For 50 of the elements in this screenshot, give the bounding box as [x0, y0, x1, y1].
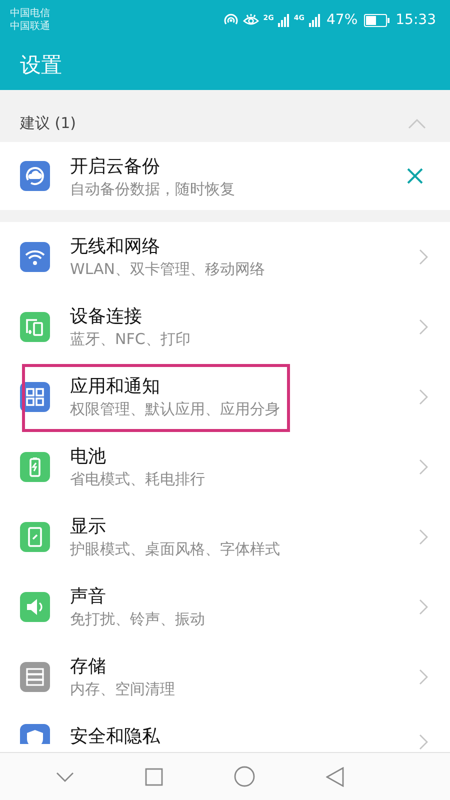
item-title: 应用和通知 [70, 375, 160, 398]
home-icon[interactable] [234, 766, 256, 787]
signal-icon [308, 14, 321, 26]
signal-icon [278, 14, 290, 26]
chevron-right-icon [419, 319, 428, 335]
chevron-right-icon [419, 529, 428, 545]
item-subtitle: 免打扰、铃声、振动 [70, 610, 205, 629]
battery-icon [20, 452, 50, 482]
item-title: 安全和隐私 [70, 725, 160, 748]
wifi-icon [20, 242, 50, 272]
grid-icon [20, 382, 50, 412]
collapse-icon[interactable] [56, 772, 74, 782]
phone-icon [20, 522, 50, 552]
chevron-right-icon [419, 249, 428, 265]
page-title: 设置 [20, 52, 62, 79]
section-header: 建议 (1) [20, 114, 76, 133]
close-icon[interactable] [406, 167, 424, 185]
battery-percent: 47% [326, 12, 358, 28]
back-icon[interactable] [326, 766, 344, 786]
suggestion-item[interactable]: 开启云备份 自动备份数据，随时恢复 [0, 142, 450, 210]
item-title: 开启云备份 [70, 154, 160, 178]
item-title: 设备连接 [70, 305, 142, 328]
eye-icon [243, 13, 260, 27]
item-title: 存储 [70, 655, 106, 678]
item-subtitle: 权限管理、默认应用、应用分身 [70, 400, 280, 419]
chevron-right-icon [419, 459, 428, 475]
item-title: 电池 [70, 445, 106, 468]
chevron-right-icon [419, 734, 428, 750]
chevron-right-icon [419, 599, 428, 615]
storage-icon [20, 662, 50, 692]
battery-icon [364, 14, 390, 26]
carrier-name: 中国联通 [10, 20, 50, 33]
carrier-name: 中国电信 [10, 7, 50, 20]
devices-icon [20, 312, 50, 342]
item-title: 无线和网络 [70, 235, 160, 258]
item-subtitle: 自动备份数据，随时恢复 [70, 180, 235, 198]
chevron-right-icon [419, 669, 428, 685]
item-subtitle: 内存、空间清理 [70, 680, 175, 699]
shield-icon [20, 724, 50, 744]
chevron-right-icon [419, 389, 428, 405]
item-subtitle: 蓝牙、NFC、打印 [70, 330, 190, 349]
recents-icon[interactable] [144, 768, 163, 786]
item-subtitle: 护眼模式、桌面风格、字体样式 [70, 540, 280, 559]
item-subtitle: WLAN、双卡管理、移动网络 [70, 260, 266, 279]
cloud-icon [20, 161, 50, 191]
item-title: 声音 [70, 585, 106, 608]
item-subtitle: 省电模式、耗电排行 [70, 470, 205, 489]
speaker-icon [20, 592, 50, 622]
clock-time: 15:33 [396, 12, 436, 28]
item-title: 显示 [70, 515, 106, 538]
